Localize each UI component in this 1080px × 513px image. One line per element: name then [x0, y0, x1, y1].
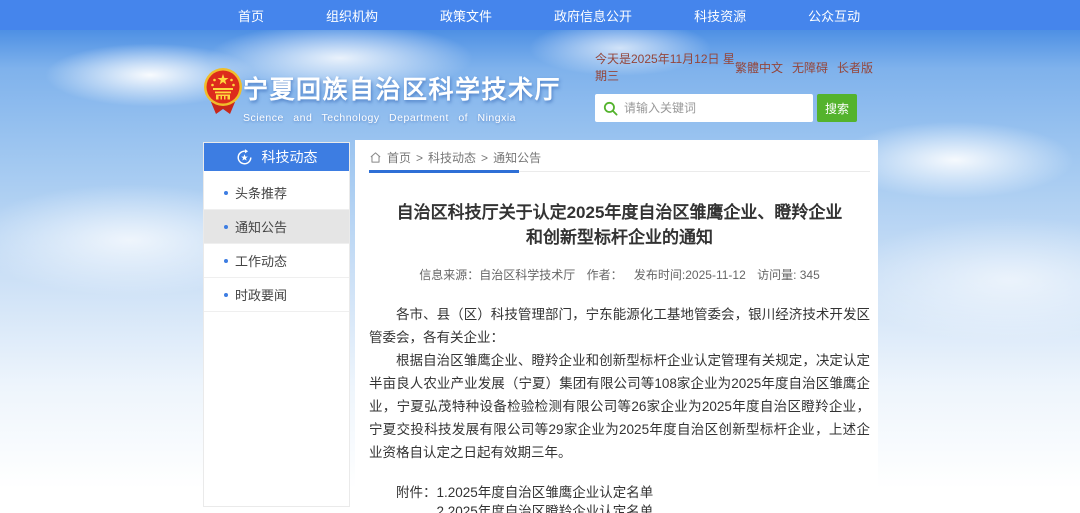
sidebar-item-headlines[interactable]: 头条推荐 [204, 176, 349, 210]
sidebar-item-label: 头条推荐 [235, 183, 287, 202]
home-icon [369, 151, 382, 164]
breadcrumb: 首页 > 科技动态 > 通知公告 [369, 140, 870, 172]
nav-item-public-interaction[interactable]: 公众互动 [808, 6, 860, 25]
sidebar: 科技动态 头条推荐 通知公告 工作动态 时政要闻 [203, 142, 350, 507]
sidebar-item-label: 工作动态 [235, 251, 287, 270]
meta-views: 访问量: 345 [757, 268, 820, 282]
nav-item-home[interactable]: 首页 [238, 6, 264, 25]
sidebar-header: 科技动态 [204, 143, 349, 171]
link-senior-version[interactable]: 长者版 [837, 59, 873, 76]
sidebar-menu: 头条推荐 通知公告 工作动态 时政要闻 [204, 171, 349, 312]
current-date: 今天是2025年11月12日 星期三 [595, 50, 735, 84]
breadcrumb-separator: > [416, 151, 423, 165]
search-box [595, 94, 813, 122]
article-paragraph: 各市、县（区）科技管理部门，宁东能源化工基地管委会，银川经济技术开发区管委会，各… [369, 303, 870, 349]
meta-publish-date: 发布时间:2025-11-12 [634, 268, 746, 282]
meta-source: 信息来源：自治区科学技术厅 [419, 268, 575, 282]
search-icon [603, 101, 618, 116]
nav-item-policy-documents[interactable]: 政策文件 [440, 6, 492, 25]
bullet-dot-icon [224, 293, 228, 297]
meta-author: 作者： [587, 268, 623, 282]
breadcrumb-accent-bar [369, 170, 519, 173]
attachments-label: 附件： [396, 484, 437, 513]
site-subtitle: Science and Technology Department of Nin… [243, 112, 561, 124]
sidebar-item-label: 通知公告 [235, 217, 287, 236]
top-nav: 首页 组织机构 政策文件 政府信息公开 科技资源 公众互动 [0, 0, 1080, 30]
breadcrumb-home[interactable]: 首页 [387, 149, 411, 166]
header-utility: 今天是2025年11月12日 星期三 繁體中文 无障碍 长者版 搜索 [595, 50, 873, 122]
link-accessibility[interactable]: 无障碍 [792, 59, 828, 76]
sidebar-item-current-politics[interactable]: 时政要闻 [204, 278, 349, 312]
nav-item-organization[interactable]: 组织机构 [326, 6, 378, 25]
nav-item-sci-tech-resources[interactable]: 科技资源 [694, 6, 746, 25]
sidebar-title: 科技动态 [262, 147, 318, 167]
link-traditional-chinese[interactable]: 繁體中文 [735, 59, 783, 76]
sidebar-item-work-dynamics[interactable]: 工作动态 [204, 244, 349, 278]
site-title: 宁夏回族自治区科学技术厅 [243, 70, 561, 106]
site-branding: 宁夏回族自治区科学技术厅 Science and Technology Depa… [243, 70, 561, 124]
bullet-dot-icon [224, 259, 228, 263]
sidebar-item-notices[interactable]: 通知公告 [204, 210, 349, 244]
bullet-dot-icon [224, 191, 228, 195]
national-emblem-logo [203, 66, 243, 121]
article-title-line2: 和创新型标杆企业的通知 [369, 225, 870, 250]
breadcrumb-notices[interactable]: 通知公告 [493, 149, 541, 166]
sidebar-item-label: 时政要闻 [235, 285, 287, 304]
article-title-line1: 自治区科技厅关于认定2025年度自治区雏鹰企业、瞪羚企业 [369, 200, 870, 225]
nav-item-gov-info-disclosure[interactable]: 政府信息公开 [554, 6, 632, 25]
article-paragraph: 根据自治区雏鹰企业、瞪羚企业和创新型标杆企业认定管理有关规定，决定认定半亩良人农… [369, 349, 870, 464]
breadcrumb-separator: > [481, 151, 488, 165]
attachments-block: 附件： 1.2025年度自治区雏鹰企业认定名单 2.2025年度自治区瞪羚企业认… [369, 484, 870, 513]
bullet-dot-icon [224, 225, 228, 229]
main-content: 首页 > 科技动态 > 通知公告 自治区科技厅关于认定2025年度自治区雏鹰企业… [355, 140, 878, 513]
breadcrumb-sci-tech-news[interactable]: 科技动态 [428, 149, 476, 166]
article-body: 各市、县（区）科技管理部门，宁东能源化工基地管委会，银川经济技术开发区管委会，各… [369, 303, 870, 464]
article-title: 自治区科技厅关于认定2025年度自治区雏鹰企业、瞪羚企业 和创新型标杆企业的通知 [369, 200, 870, 250]
attachment-link-1[interactable]: 1.2025年度自治区雏鹰企业认定名单 [437, 484, 694, 503]
search-input[interactable] [624, 101, 805, 115]
page: 首页 组织机构 政策文件 政府信息公开 科技资源 公众互动 宁夏回族自治区科学技… [0, 0, 1080, 513]
attachment-link-2[interactable]: 2.2025年度自治区瞪羚企业认定名单 [437, 503, 694, 513]
star-circle-icon [236, 149, 253, 166]
search-button[interactable]: 搜索 [817, 94, 857, 122]
article-meta: 信息来源：自治区科学技术厅 作者： 发布时间:2025-11-12 访问量: 3… [369, 266, 870, 283]
